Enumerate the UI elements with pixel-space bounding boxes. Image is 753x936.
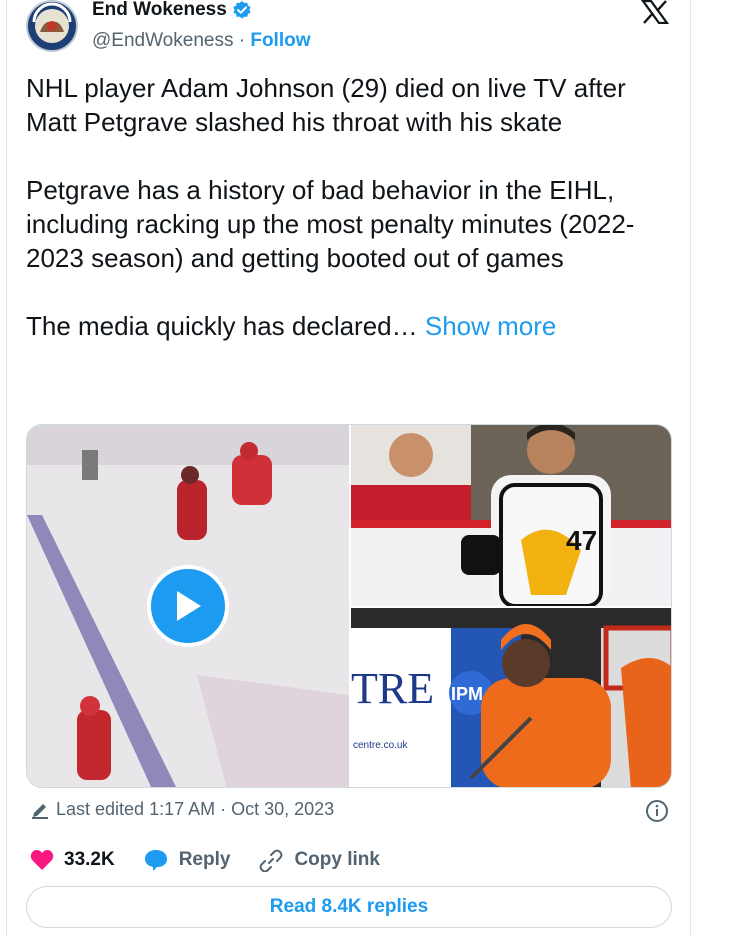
- display-name-text: End Wokeness: [92, 0, 227, 20]
- badge-text: IPM: [451, 684, 483, 704]
- edited-text: Last edited 1:17 AM · Oct 30, 2023: [56, 799, 335, 819]
- copy-link-label: Copy link: [294, 849, 380, 870]
- play-button[interactable]: [147, 565, 229, 647]
- link-icon: [259, 849, 283, 872]
- like-button[interactable]: 33.2K: [30, 849, 115, 871]
- media-grid: 47 TRE IPM centre.co.uk: [26, 424, 672, 788]
- play-icon: [177, 591, 201, 621]
- tweet-body: NHL player Adam Johnson (29) died on liv…: [26, 73, 635, 341]
- action-bar: 33.2K Reply Copy link: [30, 848, 408, 872]
- follow-button[interactable]: Follow: [250, 30, 310, 51]
- url-text: centre.co.uk: [353, 740, 408, 751]
- info-icon[interactable]: [645, 799, 669, 823]
- tweet-text: NHL player Adam Johnson (29) died on liv…: [26, 71, 671, 343]
- show-more-link[interactable]: Show more: [425, 311, 557, 341]
- verified-badge-icon: [232, 0, 252, 20]
- like-count: 33.2K: [64, 849, 115, 870]
- jersey-number: 47: [566, 525, 597, 556]
- separator-dot: ·: [238, 30, 246, 51]
- reply-bubble-icon: [144, 850, 167, 871]
- author-display-name[interactable]: End Wokeness: [92, 0, 252, 21]
- video-thumbnail[interactable]: [27, 425, 349, 787]
- heart-icon: [30, 850, 54, 870]
- photo-steelers-player[interactable]: TRE IPM centre.co.uk: [351, 608, 671, 787]
- reply-button[interactable]: Reply: [143, 848, 231, 872]
- pencil-icon: [32, 803, 48, 819]
- avatar[interactable]: [26, 0, 78, 52]
- x-logo-icon[interactable]: [640, 0, 670, 25]
- read-replies-button[interactable]: Read 8.4K replies: [26, 886, 672, 928]
- banner-text: TRE: [351, 664, 434, 713]
- author-handle[interactable]: @EndWokeness: [92, 30, 233, 51]
- copy-link-button[interactable]: Copy link: [258, 848, 380, 872]
- reply-label: Reply: [178, 849, 231, 870]
- edited-info[interactable]: Last edited 1:17 AM · Oct 30, 2023: [30, 799, 334, 820]
- photo-penguins-player[interactable]: 47: [351, 425, 671, 608]
- handle-row: @EndWokeness · Follow: [92, 30, 311, 52]
- read-replies-label: Read 8.4K replies: [269, 896, 429, 917]
